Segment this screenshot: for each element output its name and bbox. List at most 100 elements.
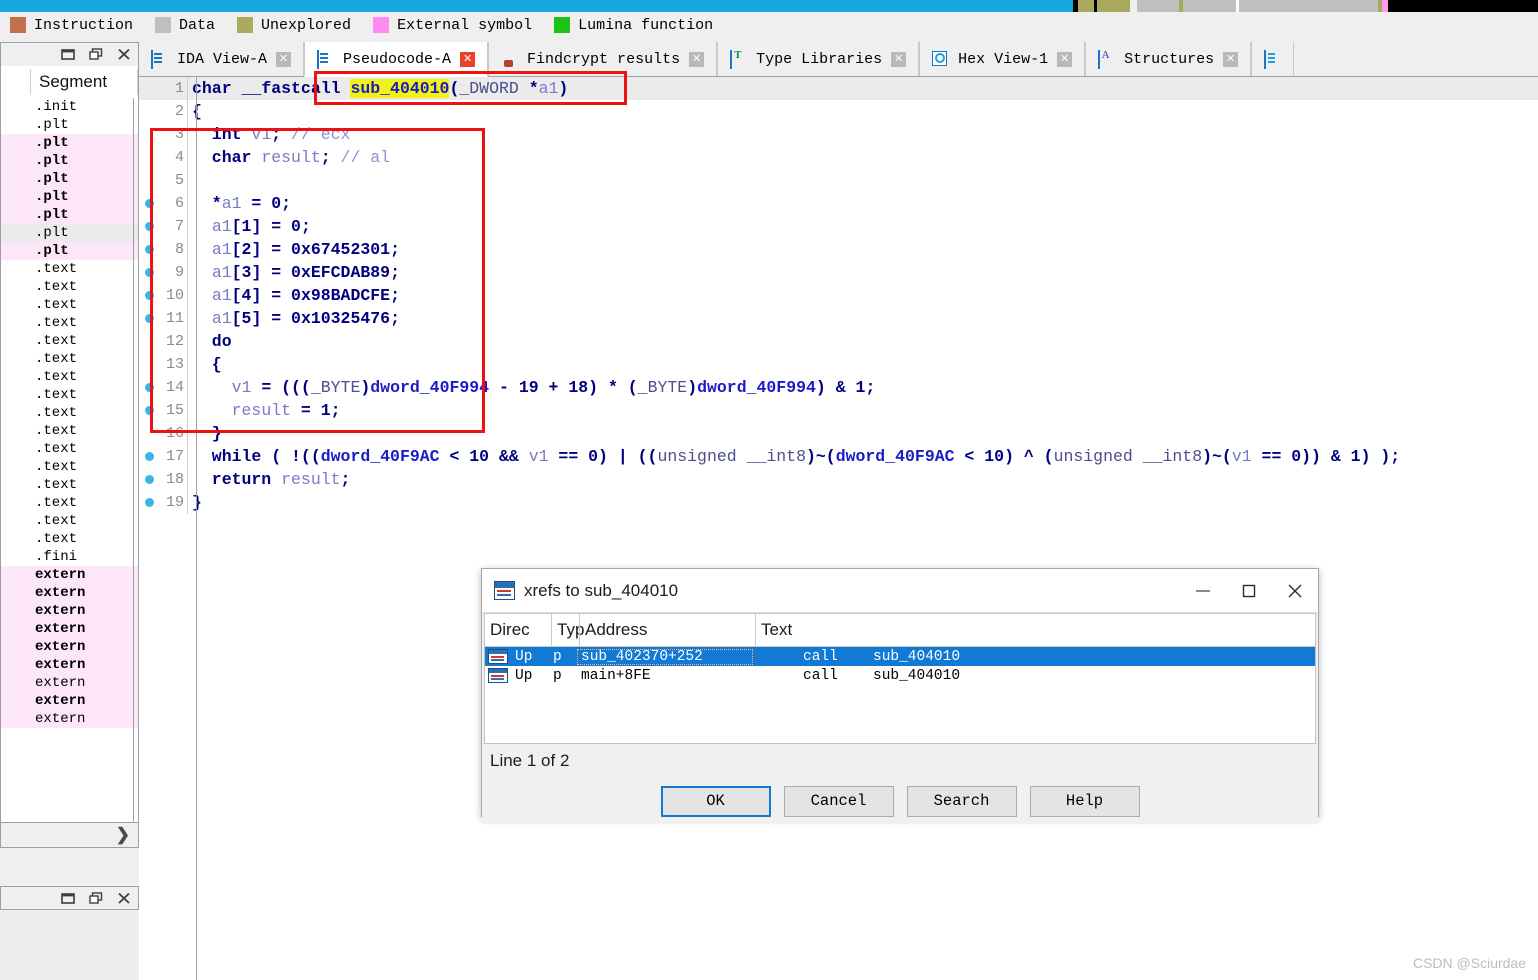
breakpoint-gutter[interactable] — [139, 383, 159, 392]
segments-expand-bar[interactable]: ❯ — [0, 822, 139, 848]
code-line[interactable]: 6 *a1 = 0; — [139, 192, 1538, 215]
xrefs-table-row[interactable]: Up p main+8FE call sub_404010 — [485, 666, 1315, 685]
navigator-segment-2[interactable] — [1078, 0, 1094, 12]
code-token[interactable]: dword_40F9AC — [836, 447, 955, 466]
breakpoint-dot-icon[interactable] — [144, 383, 154, 392]
navigator-band[interactable] — [0, 0, 1538, 12]
segment-list-item[interactable]: .plt — [1, 170, 138, 188]
breakpoint-dot-icon[interactable] — [144, 498, 154, 507]
breakpoint-gutter[interactable] — [139, 291, 159, 300]
code-line[interactable]: 7 a1[1] = 0; — [139, 215, 1538, 238]
segment-list-item[interactable]: .text — [1, 296, 138, 314]
code-line[interactable]: 4 char result; // al — [139, 146, 1538, 169]
navigator-segment-8[interactable] — [1183, 0, 1236, 12]
segment-list-item[interactable]: extern — [1, 566, 138, 584]
code-token[interactable]: v1 — [251, 125, 271, 144]
tab-close-icon[interactable]: ✕ — [891, 51, 907, 67]
column-divider-left[interactable] — [30, 69, 31, 95]
restore-icon[interactable] — [58, 46, 78, 64]
tab-enums[interactable] — [1251, 42, 1295, 76]
code-line[interactable]: 9 a1[3] = 0xEFCDAB89; — [139, 261, 1538, 284]
code-line[interactable]: 14 v1 = (((_BYTE)dword_40F994 - 19 + 18)… — [139, 376, 1538, 399]
dialog-title-bar[interactable]: xrefs to sub_404010 — [482, 569, 1318, 613]
navigator-segment-5[interactable] — [1130, 0, 1137, 12]
code-token[interactable]: v1 — [232, 378, 252, 397]
tab-close-icon[interactable]: ✕ — [1057, 51, 1073, 67]
code-token[interactable]: dword_40F994 — [370, 378, 489, 397]
code-line[interactable]: 16 } — [139, 422, 1538, 445]
breakpoint-dot-icon[interactable] — [144, 475, 154, 484]
breakpoint-gutter[interactable] — [139, 222, 159, 231]
segment-list-item[interactable]: .text — [1, 260, 138, 278]
breakpoint-dot-icon[interactable] — [144, 245, 154, 254]
segment-list-item[interactable]: .text — [1, 278, 138, 296]
segment-list-item[interactable]: .plt — [1, 188, 138, 206]
code-token[interactable]: dword_40F9AC — [321, 447, 440, 466]
breakpoint-dot-icon[interactable] — [144, 268, 154, 277]
tab-close-icon[interactable]: ✕ — [276, 51, 292, 67]
code-token[interactable]: a1 — [212, 263, 232, 282]
segment-list-item[interactable]: extern — [1, 620, 138, 638]
code-token[interactable]: a1 — [222, 194, 242, 213]
code-line[interactable]: 15 result = 1; — [139, 399, 1538, 422]
navigator-segment-10[interactable] — [1239, 0, 1378, 12]
code-line[interactable]: 10 a1[4] = 0x98BADCFE; — [139, 284, 1538, 307]
code-token[interactable]: result — [232, 401, 291, 420]
segment-list-item[interactable]: .text — [1, 404, 138, 422]
function-name-token[interactable]: sub_404010 — [350, 79, 450, 98]
xrefs-table[interactable]: Direc Typ Address Text Up p sub_402370+252 cal… — [484, 613, 1316, 744]
code-line[interactable]: 2{ — [139, 100, 1538, 123]
segment-list-item[interactable]: .text — [1, 422, 138, 440]
ok-button[interactable]: OK — [660, 785, 771, 817]
code-line[interactable]: 18 return result; — [139, 468, 1538, 491]
segment-list-item[interactable]: .plt — [1, 152, 138, 170]
xrefs-column-header[interactable]: Address — [579, 614, 755, 647]
code-line[interactable]: 5 — [139, 169, 1538, 192]
code-line[interactable]: 17 while ( !((dword_40F9AC < 10 && v1 ==… — [139, 445, 1538, 468]
tab-close-icon[interactable]: ✕ — [689, 51, 705, 67]
maximize-icon[interactable] — [86, 46, 106, 64]
tab-findcrypt-results[interactable]: Findcrypt results ✕ — [488, 42, 718, 76]
segment-list-item[interactable]: extern — [1, 638, 138, 656]
code-token[interactable]: result — [281, 470, 340, 489]
xrefs-table-header[interactable]: Direc Typ Address Text — [485, 614, 1315, 647]
xrefs-column-header[interactable]: Direc — [485, 614, 551, 647]
minimize-icon[interactable] — [1180, 569, 1226, 612]
breakpoint-dot-icon[interactable] — [144, 406, 154, 415]
code-token[interactable]: a1 — [212, 309, 232, 328]
breakpoint-gutter[interactable] — [139, 406, 159, 415]
segment-list-item[interactable]: extern — [1, 656, 138, 674]
breakpoint-gutter[interactable] — [139, 245, 159, 254]
segments-list[interactable]: .init .plt .plt .plt .plt .plt .plt .plt .plt .te… — [0, 98, 139, 822]
code-line[interactable]: 13 { — [139, 353, 1538, 376]
column-divider-right[interactable] — [137, 69, 138, 95]
breakpoint-dot-icon[interactable] — [144, 199, 154, 208]
code-line[interactable]: 11 a1[5] = 0x10325476; — [139, 307, 1538, 330]
help-button[interactable]: Help — [1029, 785, 1140, 817]
tab-pseudocode-a[interactable]: Pseudocode-A ✕ — [304, 42, 489, 77]
xrefs-dialog[interactable]: xrefs to sub_404010 Direc Typ Address Text … — [481, 568, 1319, 824]
segment-list-item[interactable]: .plt — [1, 134, 138, 152]
code-token[interactable]: v1 — [1232, 447, 1252, 466]
segments-column-header[interactable]: Segment — [0, 66, 139, 98]
dialog-button-row[interactable]: OK Cancel Search Help — [482, 778, 1318, 824]
close-icon-bottom[interactable] — [114, 889, 134, 907]
xrefs-column-header[interactable]: Typ — [551, 614, 584, 647]
navigator-segment-0[interactable] — [0, 0, 1073, 12]
segment-list-item[interactable]: .text — [1, 476, 138, 494]
breakpoint-gutter[interactable] — [139, 475, 159, 484]
tab-type-libraries[interactable]: Type Libraries ✕ — [717, 42, 920, 76]
segment-list-item[interactable]: extern — [1, 710, 138, 728]
segment-list-item[interactable]: extern — [1, 602, 138, 620]
code-line[interactable]: 12 do — [139, 330, 1538, 353]
segment-list-item[interactable]: extern — [1, 584, 138, 602]
code-line[interactable]: 19} — [139, 491, 1538, 514]
breakpoint-dot-icon[interactable] — [144, 452, 154, 461]
maximize-icon-bottom[interactable] — [86, 889, 106, 907]
segment-list-item[interactable]: .text — [1, 386, 138, 404]
xrefs-table-body[interactable]: Up p sub_402370+252 call sub_404010 Up p main+8… — [485, 647, 1315, 685]
tab-close-icon[interactable]: ✕ — [1223, 51, 1239, 67]
search-button[interactable]: Search — [906, 785, 1017, 817]
code-token[interactable]: a1 — [212, 240, 232, 259]
xrefs-table-row[interactable]: Up p sub_402370+252 call sub_404010 — [485, 647, 1315, 666]
